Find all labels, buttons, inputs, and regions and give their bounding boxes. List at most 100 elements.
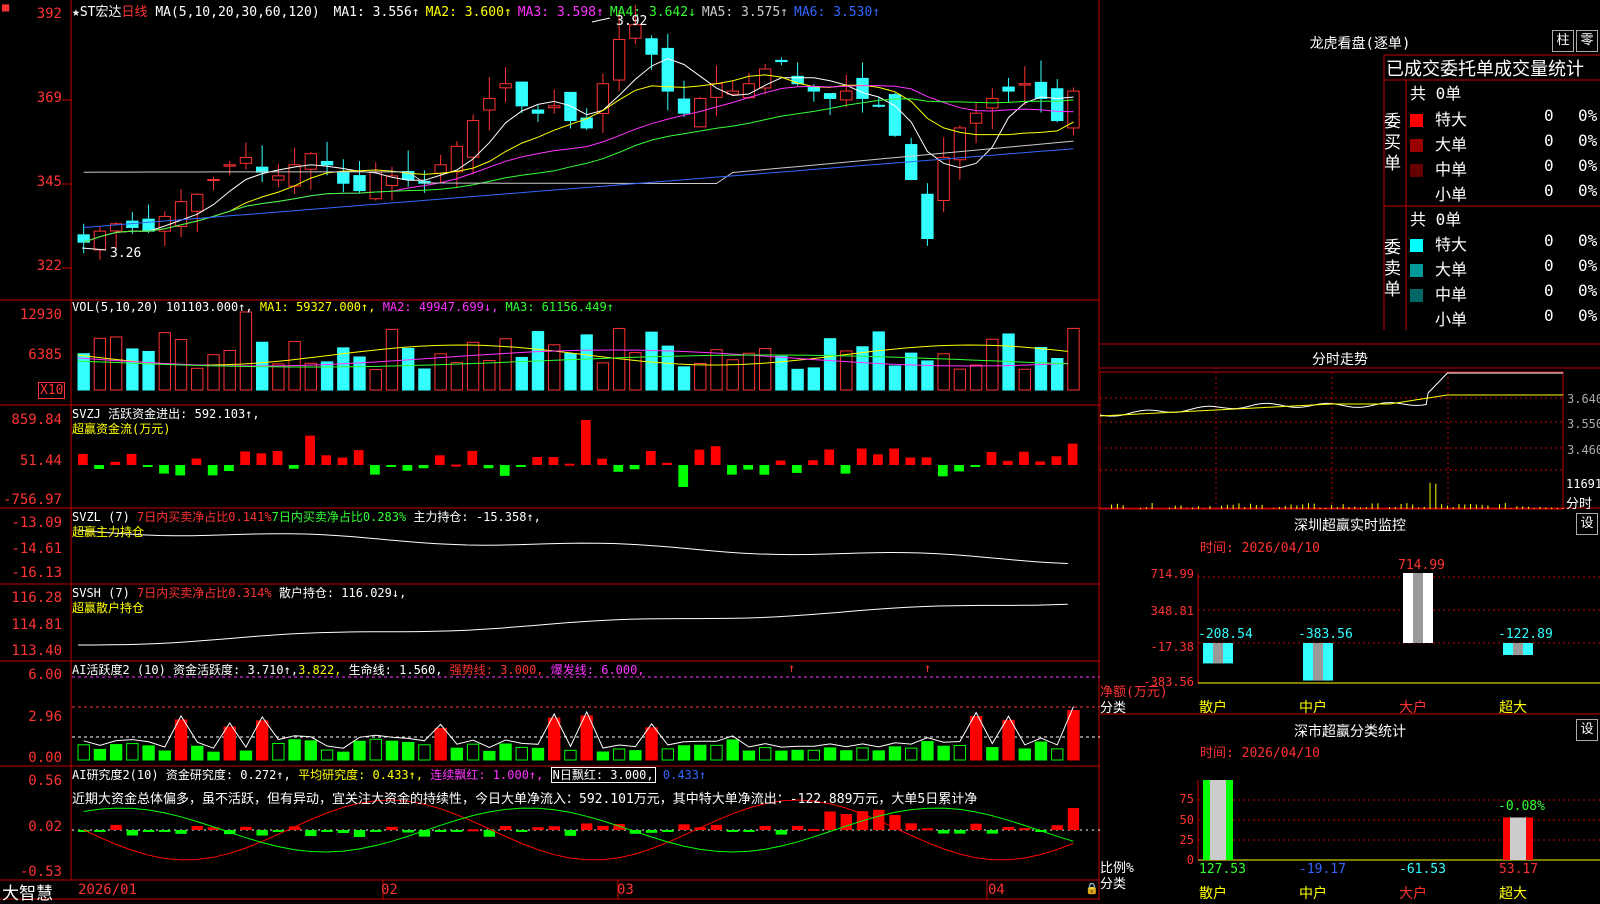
orderbook-row: 小单 0 0% <box>1410 181 1600 205</box>
activity-bar <box>694 744 707 761</box>
ai1-title: AI活跃度2 (10) <box>72 663 166 677</box>
order-size-swatch <box>1410 164 1423 177</box>
price-tick: 345 <box>36 174 62 190</box>
activity-bar <box>93 748 107 761</box>
flow-bar <box>142 465 153 467</box>
activity-bar <box>807 749 821 761</box>
candle-body <box>353 175 366 192</box>
flow-bar <box>873 454 883 465</box>
flow-bar <box>581 420 591 465</box>
classify-settings-button[interactable]: 设 <box>1576 719 1598 741</box>
research-bar <box>662 830 674 832</box>
ai2-t4: N日飘红: 3.000, <box>550 767 656 783</box>
ma-value-5: MA5: 3.575↑ <box>701 5 788 20</box>
activity-bar <box>109 744 123 761</box>
flow-bar <box>434 455 445 465</box>
candle-body <box>596 83 610 114</box>
ai2-tick: 0.02 <box>28 819 62 835</box>
volume-bar <box>1018 368 1031 391</box>
volume-bar <box>986 338 999 391</box>
ai1-t4: 强势线: 3.000, <box>449 663 544 677</box>
activity-bar <box>710 744 723 761</box>
volume-bar <box>694 363 707 391</box>
activity-bar <box>872 750 885 761</box>
volume-bar <box>353 356 366 391</box>
zero-mode-button[interactable]: 零 <box>1576 30 1598 52</box>
activity-bar <box>937 745 950 761</box>
activity-bar <box>953 744 967 761</box>
order-size-label: 小单 <box>1435 185 1468 204</box>
research-bar <box>775 830 788 835</box>
svsh-name: 超赢散户持仓 <box>72 601 145 615</box>
activity-bar <box>126 743 139 761</box>
order-size-swatch <box>1410 239 1423 252</box>
period-label[interactable]: 日线 <box>121 5 147 20</box>
research-bar <box>305 830 317 837</box>
flow-bar <box>321 455 332 465</box>
svsh-tick: 116.28 <box>11 590 62 606</box>
research-bar <box>1067 808 1080 830</box>
brand-logo[interactable]: 大智慧 <box>2 879 53 904</box>
candle-body <box>531 109 545 114</box>
flow-bar <box>288 465 299 469</box>
svzj-tick: 51.44 <box>19 453 62 469</box>
research-bar <box>532 827 544 830</box>
activity-bar <box>337 751 350 761</box>
classify-axis-label2: 分类 <box>1100 877 1127 892</box>
corner-marker[interactable]: ■ <box>2 0 9 14</box>
activity-bar <box>548 717 561 761</box>
activity-bar <box>531 747 545 761</box>
monitor-axis-label2: 分类 <box>1100 701 1127 716</box>
candle-body <box>369 171 382 200</box>
stock-name[interactable]: ★ST宏达 <box>72 5 121 20</box>
ai1-t1: 资金活跃度: 3.710↑, <box>173 663 299 677</box>
flow-bar <box>775 460 786 465</box>
vol-header: VOL(5,10,20) 101103.000↑, MA1: 59327.000… <box>72 300 614 314</box>
research-bar <box>516 830 528 832</box>
volume-bar <box>93 337 107 391</box>
monitor-tick: 348.81 <box>1150 604 1194 618</box>
order-count: 0 <box>1544 256 1554 275</box>
ai2-comment: 近期大资金总体偏多，虽不活跃，但有异动，宜关注大资金的持续性，今日大单净流入：5… <box>72 792 978 807</box>
vol-unit[interactable]: X10 <box>38 382 66 399</box>
volume-bar <box>823 338 837 391</box>
activity-bar <box>1067 710 1080 761</box>
research-bar <box>937 830 950 834</box>
classify-value-label: 127.53 <box>1199 862 1246 877</box>
order-percent: 0% <box>1578 156 1598 175</box>
ma-value-2: MA2: 3.600↑ <box>425 5 512 20</box>
chart-canvas[interactable]: ↑ ↑ <box>0 0 1100 900</box>
activity-bar <box>402 741 415 761</box>
intraday-vol-tick: 11691 <box>1566 477 1600 491</box>
flow-bar <box>759 465 770 475</box>
monitor-category: 超大 <box>1499 700 1527 716</box>
retail-position-line <box>78 603 1068 646</box>
order-size-swatch <box>1410 264 1423 277</box>
volume-bar <box>742 352 756 391</box>
activity-bar <box>223 726 236 761</box>
classify-value-label: -61.53 <box>1399 862 1446 877</box>
lock-icon[interactable]: 🔒 <box>1085 882 1099 895</box>
monitor-settings-button[interactable]: 设 <box>1576 513 1598 535</box>
ma-value-6: MA6: 3.530↑ <box>794 5 881 20</box>
svzj-label: 活跃资金进出: 592.103↑, <box>108 407 260 421</box>
ai2-t2: 平均研究度: 0.433↑, <box>298 768 424 782</box>
candle-body <box>223 164 236 167</box>
activity-bar <box>629 750 642 761</box>
flow-bar <box>629 465 640 470</box>
bar-mode-button[interactable]: 柱 <box>1552 30 1574 52</box>
candle-body <box>515 81 528 107</box>
order-percent: 0% <box>1578 131 1598 150</box>
research-bar <box>1051 825 1063 830</box>
activity-bar <box>840 750 853 761</box>
candle-body <box>580 117 593 129</box>
activity-bar <box>645 727 658 761</box>
activity-bar <box>515 746 528 761</box>
order-count: 0 <box>1544 181 1554 200</box>
date-label: 03 <box>617 882 634 898</box>
research-bar <box>905 823 917 830</box>
flow-bar <box>1002 460 1013 465</box>
candle-body <box>888 94 902 136</box>
activity-bar <box>191 745 204 761</box>
svsh-tick: 114.81 <box>11 617 62 633</box>
